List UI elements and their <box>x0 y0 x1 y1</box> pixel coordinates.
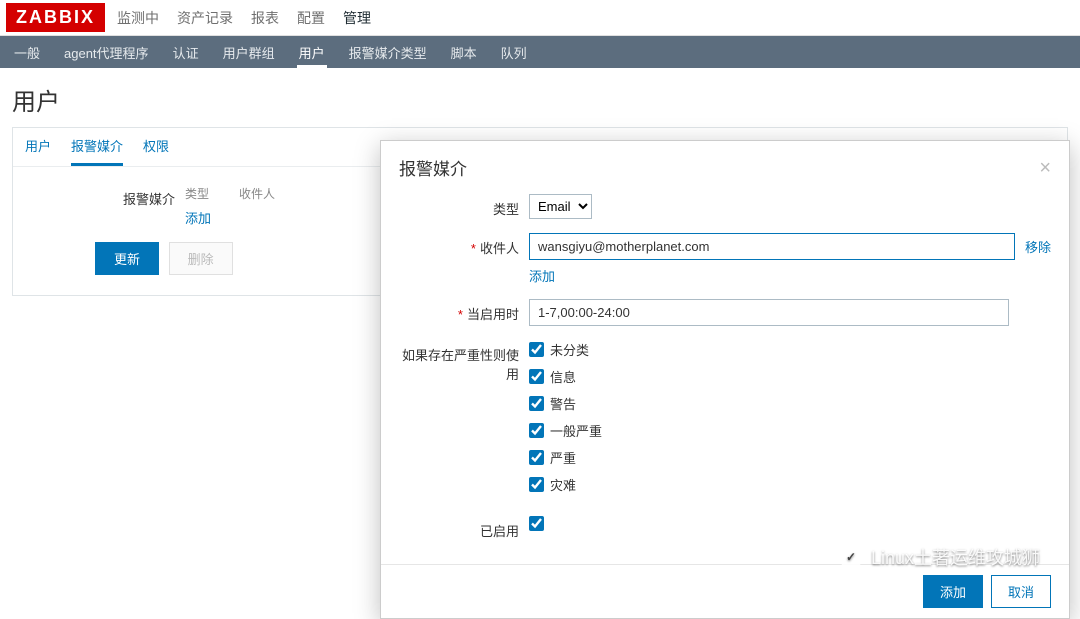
submenu-scripts[interactable]: 脚本 <box>449 37 479 68</box>
tab-permissions[interactable]: 权限 <box>143 136 169 166</box>
severity-high[interactable] <box>529 450 544 465</box>
severity-not-classified[interactable] <box>529 342 544 357</box>
submenu-general[interactable]: 一般 <box>12 37 42 68</box>
recipient-input[interactable] <box>529 233 1015 260</box>
media-label: 报警媒介 <box>25 185 185 208</box>
tab-user[interactable]: 用户 <box>25 136 51 166</box>
label-type: 类型 <box>399 194 529 218</box>
submenu-auth[interactable]: 认证 <box>171 37 201 68</box>
sub-menu: 一般 agent代理程序 认证 用户群组 用户 报警媒介类型 脚本 队列 <box>0 36 1080 68</box>
severity-average[interactable] <box>529 423 544 438</box>
topmenu-reports[interactable]: 报表 <box>251 8 279 28</box>
col-type: 类型 <box>185 185 209 202</box>
modal-cancel-button[interactable]: 取消 <box>991 575 1051 608</box>
severity-group: 未分类 信息 警告 一般严重 严重 灾难 <box>529 340 1051 502</box>
when-active-input[interactable] <box>529 299 1009 326</box>
delete-button: 删除 <box>169 242 233 275</box>
submenu-users[interactable]: 用户 <box>297 37 327 68</box>
logo: ZABBIX <box>6 3 105 32</box>
label-enabled: 已启用 <box>399 516 529 540</box>
submenu-mediatypes[interactable]: 报警媒介类型 <box>347 37 429 68</box>
remove-recipient-link[interactable]: 移除 <box>1025 237 1051 256</box>
media-modal: 报警媒介 × 类型 Email *收件人 移除 添加 *当启用时 <box>380 140 1070 619</box>
label-severity: 如果存在严重性则使用 <box>399 340 529 383</box>
modal-title: 报警媒介 <box>399 155 467 180</box>
severity-disaster[interactable] <box>529 477 544 492</box>
col-recipient: 收件人 <box>239 185 275 202</box>
submenu-proxies[interactable]: agent代理程序 <box>62 37 151 68</box>
top-menu: 监测中 资产记录 报表 配置 管理 <box>117 8 371 28</box>
submenu-usergroups[interactable]: 用户群组 <box>221 37 277 68</box>
submenu-queue[interactable]: 队列 <box>499 37 529 68</box>
topmenu-inventory[interactable]: 资产记录 <box>177 8 233 28</box>
top-bar: ZABBIX 监测中 资产记录 报表 配置 管理 <box>0 0 1080 36</box>
update-button[interactable]: 更新 <box>95 242 159 275</box>
modal-add-button[interactable]: 添加 <box>923 575 983 608</box>
label-when-active: *当启用时 <box>399 299 529 323</box>
topmenu-monitoring[interactable]: 监测中 <box>117 8 159 28</box>
type-select[interactable]: Email <box>529 194 592 219</box>
label-recipient: *收件人 <box>399 233 529 257</box>
severity-information[interactable] <box>529 369 544 384</box>
tab-media[interactable]: 报警媒介 <box>71 136 123 166</box>
severity-warning[interactable] <box>529 396 544 411</box>
add-recipient-link[interactable]: 添加 <box>529 269 555 284</box>
add-media-link[interactable]: 添加 <box>185 211 211 226</box>
page-title: 用户 <box>0 68 1080 127</box>
topmenu-admin[interactable]: 管理 <box>343 8 371 28</box>
enabled-checkbox[interactable] <box>529 516 544 531</box>
close-icon[interactable]: × <box>1039 158 1051 178</box>
topmenu-config[interactable]: 配置 <box>297 8 325 28</box>
